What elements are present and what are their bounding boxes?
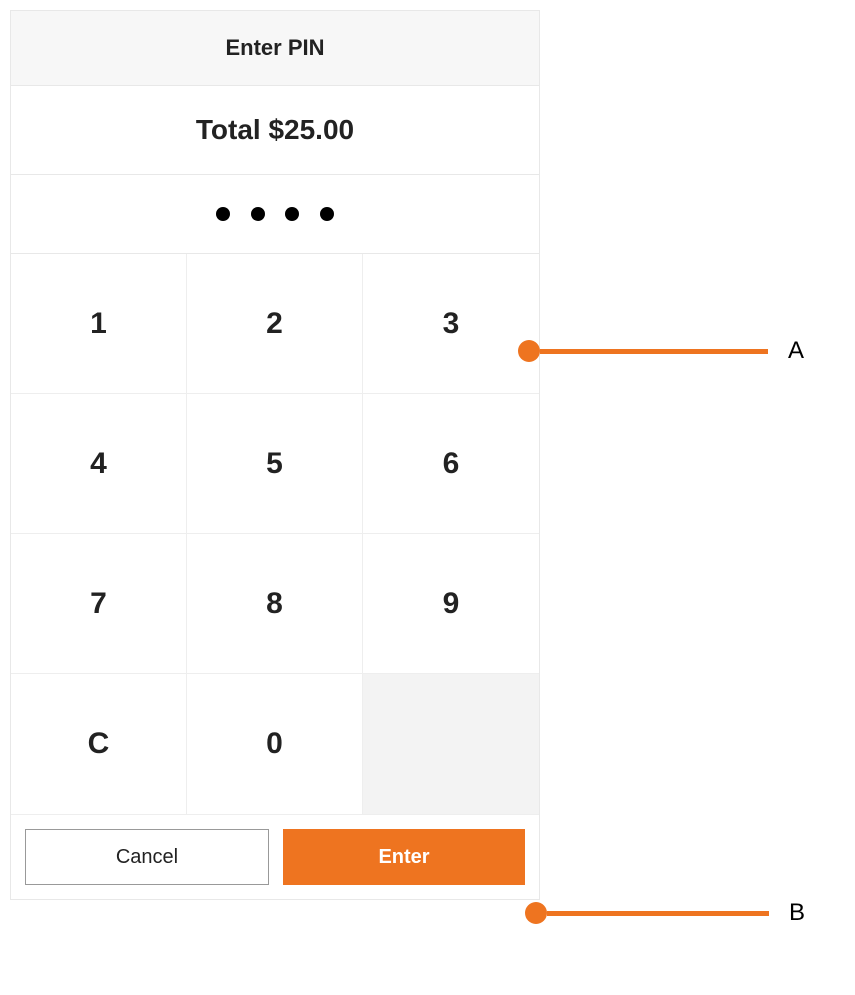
keypad-key-8[interactable]: 8 — [187, 534, 363, 674]
pin-entry-panel: Enter PIN Total $25.00 1 2 3 4 5 6 7 8 9… — [10, 10, 540, 900]
keypad-key-9[interactable]: 9 — [363, 534, 539, 674]
keypad-key-5[interactable]: 5 — [187, 394, 363, 534]
keypad-key-0[interactable]: 0 — [187, 674, 363, 814]
pin-dot-icon — [251, 207, 265, 221]
keypad-key-4[interactable]: 4 — [11, 394, 187, 534]
keypad-key-3[interactable]: 3 — [363, 254, 539, 394]
callout-label: A — [788, 337, 804, 365]
pin-display — [11, 175, 539, 254]
callout-line — [540, 349, 768, 354]
pin-dot-icon — [285, 207, 299, 221]
keypad-key-clear[interactable]: C — [11, 674, 187, 814]
callout-label: B — [789, 899, 805, 927]
callout-a: A — [518, 337, 804, 365]
keypad-key-2[interactable]: 2 — [187, 254, 363, 394]
total-label: Total $25.00 — [11, 86, 539, 175]
keypad-key-1[interactable]: 1 — [11, 254, 187, 394]
pin-dot-icon — [216, 207, 230, 221]
pin-dot-icon — [320, 207, 334, 221]
enter-button[interactable]: Enter — [283, 829, 525, 885]
keypad: 1 2 3 4 5 6 7 8 9 C 0 — [11, 254, 539, 814]
cancel-button[interactable]: Cancel — [25, 829, 269, 885]
keypad-key-blank — [363, 674, 539, 814]
callout-marker-icon — [525, 902, 547, 924]
keypad-key-7[interactable]: 7 — [11, 534, 187, 674]
action-bar: Cancel Enter — [11, 814, 539, 899]
callout-marker-icon — [518, 340, 540, 362]
callout-b: B — [525, 899, 805, 927]
keypad-key-6[interactable]: 6 — [363, 394, 539, 534]
page-title: Enter PIN — [11, 11, 539, 86]
callout-line — [547, 911, 769, 916]
